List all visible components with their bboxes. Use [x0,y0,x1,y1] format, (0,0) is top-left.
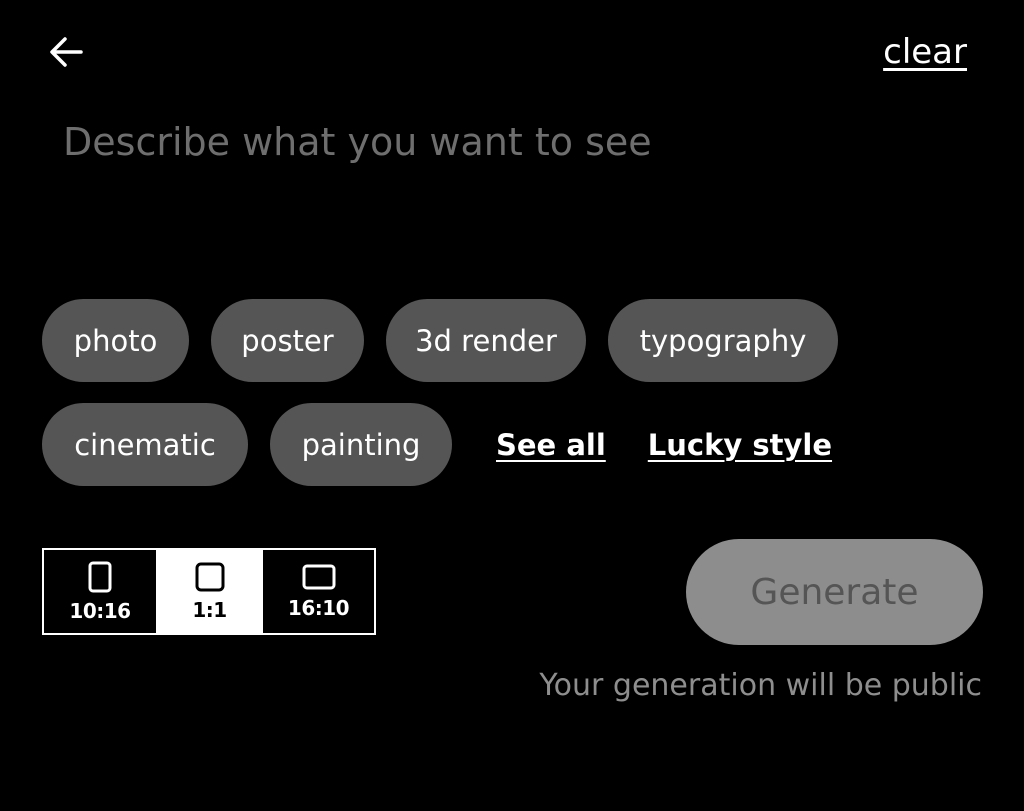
style-chip-typography[interactable]: typography [608,299,838,382]
prompt-input[interactable] [63,112,963,172]
style-chip-photo[interactable]: photo [42,299,189,382]
public-notice: Your generation will be public [539,668,982,703]
aspect-label-16-10: 16:10 [287,595,350,620]
aspect-ratio-selector: 10:16 1:1 16:10 [42,548,376,635]
see-all-link[interactable]: See all [496,428,606,462]
style-chips-row-2: cinematic painting See all Lucky style [42,403,832,486]
clear-button[interactable]: clear [883,32,967,72]
style-chips-row-1: photo poster 3d render typography [42,299,860,382]
back-button[interactable] [44,30,88,74]
portrait-frame-icon [88,561,112,592]
landscape-frame-icon [302,564,335,589]
style-chip-3d-render[interactable]: 3d render [386,299,586,382]
style-chip-cinematic[interactable]: cinematic [42,403,248,486]
style-chip-painting[interactable]: painting [270,403,452,486]
aspect-option-1-1[interactable]: 1:1 [156,550,263,633]
arrow-left-icon [50,37,83,67]
square-frame-icon [195,562,224,591]
aspect-option-10-16[interactable]: 10:16 [44,550,156,633]
aspect-label-1-1: 1:1 [192,597,227,622]
generate-button[interactable]: Generate [686,539,983,645]
lucky-style-link[interactable]: Lucky style [648,428,832,462]
aspect-label-10-16: 10:16 [69,598,131,623]
style-chip-poster[interactable]: poster [211,299,364,382]
aspect-option-16-10[interactable]: 16:10 [263,550,374,633]
